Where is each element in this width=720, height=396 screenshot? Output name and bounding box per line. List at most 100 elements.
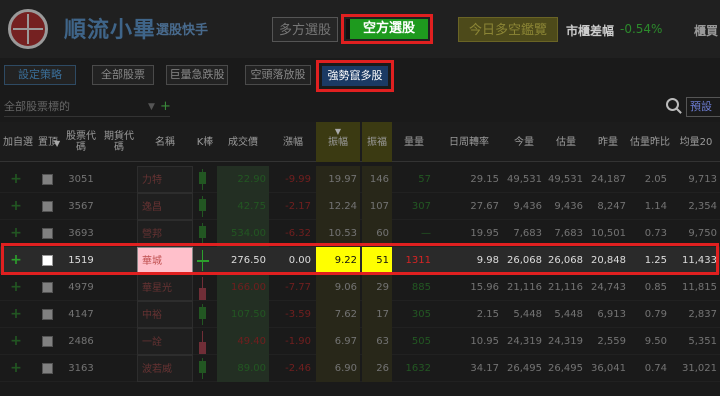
- candle-body: [199, 307, 206, 319]
- header-col-today-vol[interactable]: 今量: [503, 122, 545, 162]
- header-label: 振福: [367, 136, 387, 148]
- table-row[interactable]: +2486 一詮 49.40 -1.90 6.97 63 505 10.95 24,319 24,…: [0, 328, 720, 355]
- col-kbar-cell: [195, 247, 215, 274]
- header-col-future[interactable]: 期貨代碼: [102, 122, 136, 162]
- col-est-ratio-cell: 1.25: [630, 247, 670, 274]
- col-amplitude2-value: 26: [376, 363, 389, 374]
- col-pin-cell[interactable]: [36, 193, 60, 220]
- preset-button[interactable]: 預設: [686, 97, 720, 117]
- pin-checkbox[interactable]: [42, 201, 53, 212]
- col-turnover-cell: 29.15: [436, 166, 502, 193]
- col-add-cell[interactable]: +: [0, 274, 32, 301]
- col-price-value: 42.75: [237, 201, 266, 212]
- table-row[interactable]: +4147 中裕 107.50 -3.59 7.62 17 305 2.15 5,448 5,44…: [0, 301, 720, 328]
- header-col-name[interactable]: 名稱: [137, 122, 193, 162]
- col-avg20-value: 5,351: [688, 336, 717, 347]
- pin-checkbox[interactable]: [42, 255, 53, 266]
- search-icon[interactable]: [666, 98, 679, 111]
- today-overview-button[interactable]: 今日多空鑑覽: [458, 17, 558, 42]
- col-add-cell[interactable]: +: [0, 301, 32, 328]
- col-yest-vol-value: 20,848: [591, 255, 626, 266]
- sort-arrow-icon: ▼: [334, 127, 342, 136]
- table-row[interactable]: +3567 逸昌 42.75 -2.17 12.24 107 307 27.67 9,436 9,…: [0, 193, 720, 220]
- col-add-cell[interactable]: +: [0, 166, 32, 193]
- col-amplitude-cell: 6.90: [316, 355, 360, 382]
- col-volume-value: 1632: [405, 363, 431, 374]
- col-pin-cell[interactable]: [36, 247, 60, 274]
- col-pin-cell[interactable]: [36, 301, 60, 328]
- col-change-value: -1.90: [285, 336, 311, 347]
- strategy-tabs: 設定策略 全部股票 巨量急跌股 空頭落放股 強勢竄多股: [0, 58, 720, 94]
- table-header: 加自選 置頂 ▼ 股票代碼 期貨代碼 名稱 K棒 成交價 漲幅 振幅 ▼ 振福 量量 日周轉率 今量 估量 昨量…: [0, 122, 720, 162]
- header-label: 振幅: [328, 136, 348, 148]
- short-picker-button[interactable]: 空方選股: [346, 19, 428, 39]
- table-row[interactable]: +3693 營邦 534.00 -6.32 10.53 60 — 19.95 7,683 7,68…: [0, 220, 720, 247]
- table-row[interactable]: +1519 華城 276.50 0.00 9.22 51 1311 9.98 26,068 26,…: [0, 247, 720, 274]
- col-code-value: 3567: [68, 201, 94, 212]
- candle-body: [199, 361, 206, 373]
- candle-body: [199, 199, 206, 211]
- col-name-cell: 力特: [137, 166, 193, 193]
- pin-checkbox[interactable]: [42, 363, 53, 374]
- col-code-cell: 1519: [62, 247, 100, 274]
- col-pin-cell[interactable]: [36, 220, 60, 247]
- col-amplitude2-value: 107: [369, 201, 389, 212]
- col-add-cell[interactable]: +: [0, 247, 32, 274]
- col-change-value: 0.00: [288, 255, 311, 266]
- col-add-cell[interactable]: +: [0, 355, 32, 382]
- multi-picker-button[interactable]: 多方選股: [272, 17, 338, 42]
- tab-all-stocks[interactable]: 全部股票: [92, 65, 154, 85]
- col-est-vol-value: 9,436: [554, 201, 583, 212]
- col-est-ratio-value: 2.05: [644, 174, 667, 185]
- pin-checkbox[interactable]: [42, 336, 53, 347]
- col-name-cell: 華城: [137, 247, 193, 274]
- header-col-est-vol[interactable]: 估量: [546, 122, 586, 162]
- header-col-amplitude2[interactable]: 振福: [362, 122, 392, 162]
- header-col-amplitude[interactable]: 振幅 ▼: [316, 122, 360, 162]
- col-turnover-value: 15.96: [470, 282, 499, 293]
- tab-strong-stocks[interactable]: 強勢竄多股: [322, 66, 388, 86]
- col-yest-vol-cell: 24,187: [587, 166, 629, 193]
- col-price-value: 276.50: [231, 255, 266, 266]
- tab-bear-release[interactable]: 空頭落放股: [245, 65, 311, 85]
- header-col-yest-vol[interactable]: 昨量: [587, 122, 629, 162]
- pin-checkbox[interactable]: [42, 174, 53, 185]
- sort-arrow-icon: ▼: [54, 139, 61, 148]
- col-add-value: +: [10, 360, 22, 376]
- header-col-pin[interactable]: 置頂 ▼: [36, 122, 60, 162]
- col-add-cell[interactable]: +: [0, 328, 32, 355]
- col-add-cell[interactable]: +: [0, 220, 32, 247]
- col-est-vol-cell: 24,319: [546, 328, 586, 355]
- table-row[interactable]: +4979 華星光 166.00 -7.77 9.06 29 885 15.96 21,116 2…: [0, 274, 720, 301]
- col-code-value: 4147: [68, 309, 94, 320]
- pin-checkbox[interactable]: [42, 282, 53, 293]
- chevron-down-icon[interactable]: ▼: [148, 97, 155, 117]
- header-col-est-ratio[interactable]: 估量昨比: [630, 122, 670, 162]
- col-pin-cell[interactable]: [36, 355, 60, 382]
- header-col-price[interactable]: 成交價: [217, 122, 269, 162]
- col-pin-cell[interactable]: [36, 274, 60, 301]
- col-add-cell[interactable]: +: [0, 193, 32, 220]
- col-avg20-value: 2,837: [688, 309, 717, 320]
- header-col-add[interactable]: 加自選: [0, 122, 36, 162]
- header-col-turnover[interactable]: 日周轉率: [436, 122, 502, 162]
- stock-filter-select[interactable]: 全部股票標的: [4, 97, 170, 117]
- header-col-kbar[interactable]: K棒: [195, 122, 215, 162]
- header-col-code[interactable]: 股票代碼: [62, 122, 100, 162]
- col-pin-cell[interactable]: [36, 328, 60, 355]
- header-col-avg20[interactable]: 均量20: [672, 122, 720, 162]
- tab-volume-drop[interactable]: 巨量急跌股: [166, 65, 228, 85]
- tab-set-strategy[interactable]: 設定策略: [4, 65, 76, 85]
- pin-checkbox[interactable]: [42, 228, 53, 239]
- pin-checkbox[interactable]: [42, 309, 53, 320]
- col-volume-cell: —: [394, 220, 434, 247]
- col-amplitude-value: 9.22: [334, 255, 357, 266]
- add-filter-icon[interactable]: +: [160, 97, 171, 117]
- table-row[interactable]: +3051 力特 22.90 -9.99 19.97 146 57 29.15 49,531 49…: [0, 166, 720, 193]
- table-row[interactable]: +3163 波若威 89.00 -2.46 6.90 26 1632 34.17 26,495 2…: [0, 355, 720, 382]
- header-col-change[interactable]: 漲幅: [272, 122, 314, 162]
- col-volume-cell: 505: [394, 328, 434, 355]
- header-col-volume[interactable]: 量量: [394, 122, 434, 162]
- col-pin-cell[interactable]: [36, 166, 60, 193]
- col-turnover-cell: 2.15: [436, 301, 502, 328]
